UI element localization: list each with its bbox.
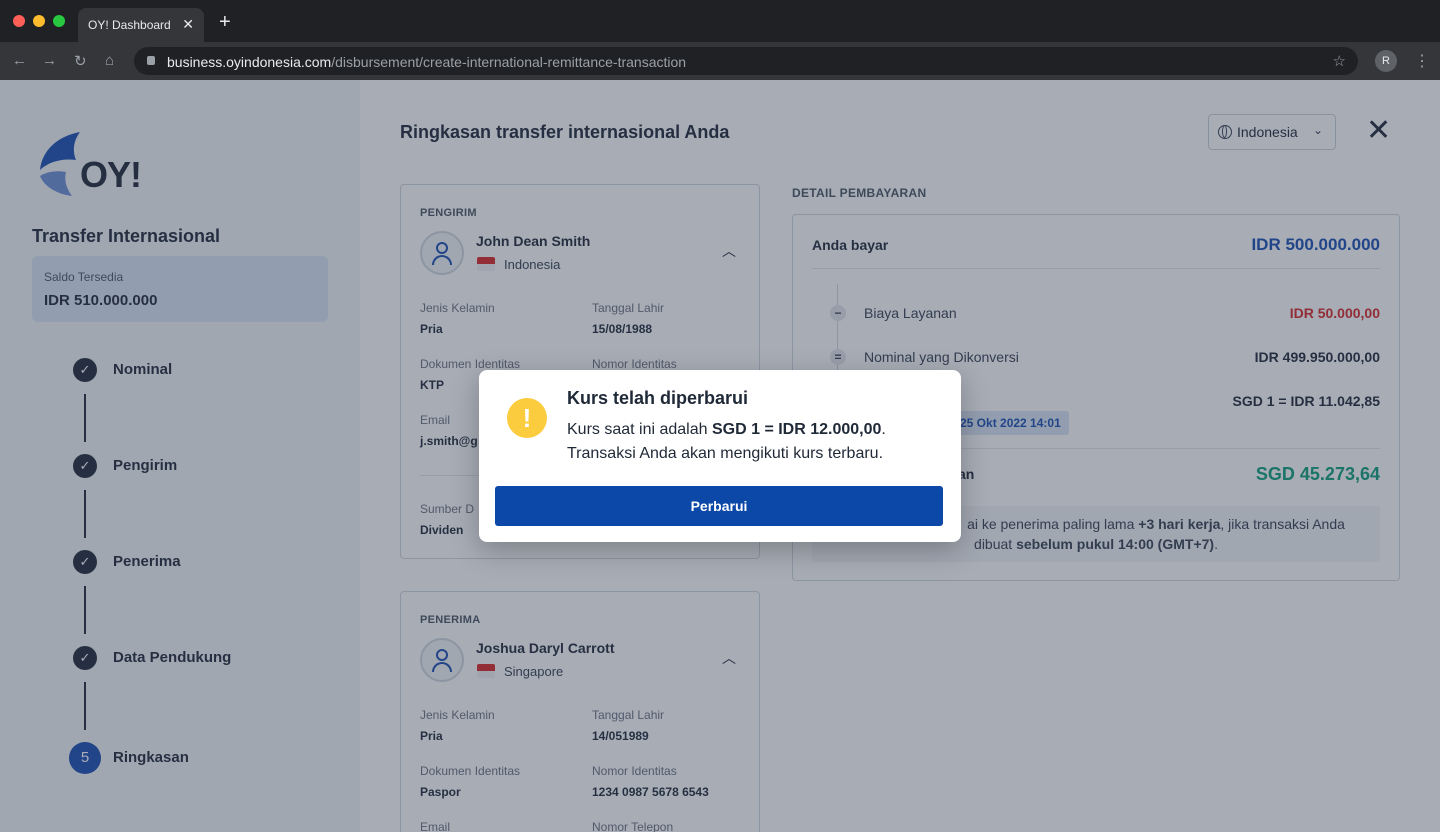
url-text: business.oyindonesia.com/disbursement/cr… — [167, 54, 687, 70]
warning-icon: ! — [507, 398, 547, 438]
back-icon[interactable]: ← — [12, 52, 27, 69]
forward-icon[interactable]: → — [42, 52, 57, 69]
minimize-window-dot[interactable] — [33, 15, 45, 27]
profile-avatar[interactable]: R — [1375, 50, 1397, 72]
browser-menu-icon[interactable]: ⋮ — [1414, 51, 1430, 71]
home-icon[interactable]: ⌂ — [105, 52, 114, 69]
modal-title: Kurs telah diperbarui — [567, 388, 749, 408]
browser-toolbar: ← → ↻ ⌂ business.oyindonesia.com/disburs… — [0, 42, 1440, 80]
bookmark-star-icon[interactable]: ☆ — [1333, 52, 1346, 70]
modal-message: Kurs saat ini adalah SGD 1 = IDR 12.000,… — [567, 421, 886, 438]
tab-close-icon[interactable]: ✕ — [182, 16, 194, 33]
new-tab-icon[interactable]: + — [219, 11, 231, 34]
tab-title: OY! Dashboard — [88, 18, 171, 32]
maximize-window-dot[interactable] — [53, 15, 65, 27]
address-bar[interactable]: business.oyindonesia.com/disbursement/cr… — [134, 47, 1358, 75]
close-window-dot[interactable] — [13, 15, 25, 27]
browser-tab[interactable]: OY! Dashboard ✕ — [78, 8, 204, 42]
modal-message-2: Transaksi Anda akan mengikuti kurs terba… — [567, 445, 884, 462]
rate-update-modal: ! Kurs telah diperbarui Kurs saat ini ad… — [479, 370, 961, 542]
update-button[interactable]: Perbarui — [495, 486, 943, 526]
reload-icon[interactable]: ↻ — [74, 52, 87, 70]
lock-icon — [147, 56, 155, 65]
browser-tabstrip: OY! Dashboard ✕ + — [0, 0, 1440, 42]
